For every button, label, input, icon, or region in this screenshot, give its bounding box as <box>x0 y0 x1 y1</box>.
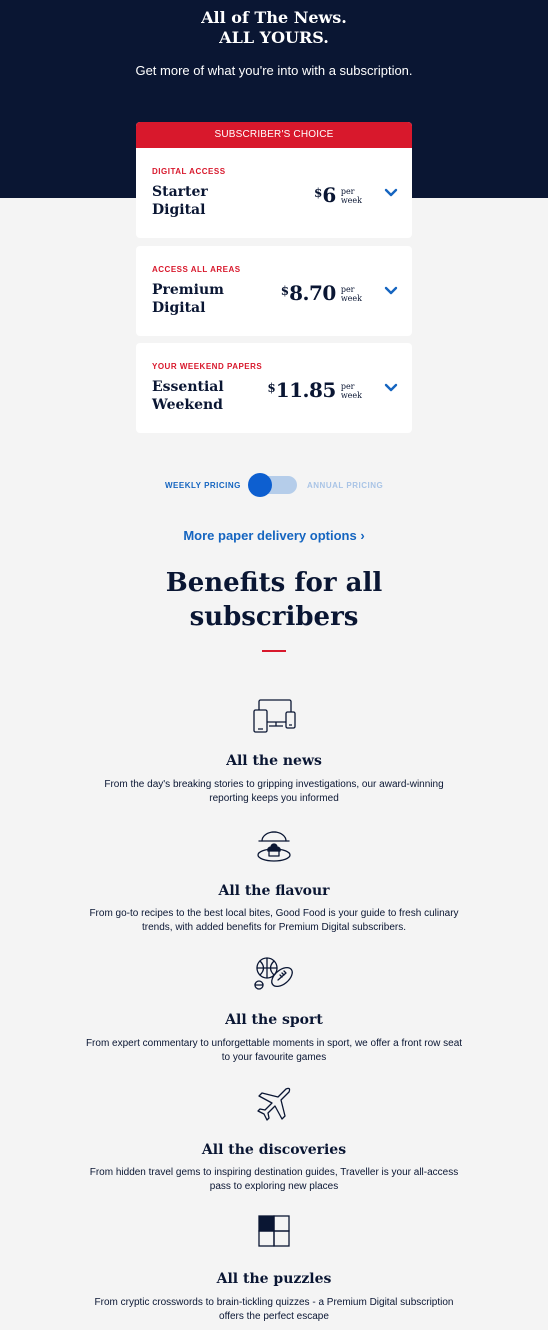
sports-balls-icon <box>254 957 293 990</box>
devices-icon <box>253 699 296 733</box>
price-period: per week <box>340 382 362 400</box>
hero-subtitle: Get more of what you're into with a subs… <box>135 63 413 78</box>
plan-card-premium-digital[interactable]: ACCESS ALL AREAS Premium Digital $ 8.70 … <box>136 246 412 336</box>
subscribers-choice-banner: SUBSCRIBER'S CHOICE <box>136 122 412 148</box>
benefit-description: From hidden travel gems to inspiring des… <box>89 1167 459 1192</box>
benefit-title: All the puzzles <box>216 1271 332 1287</box>
benefit-title: All the sport <box>225 1012 323 1028</box>
pricing-toggle-knob[interactable] <box>248 473 272 497</box>
price-currency: $ <box>280 284 290 298</box>
price-period: per week <box>340 285 362 303</box>
plan-card-essential-weekend[interactable]: YOUR WEEKEND PAPERS Essential Weekend $ … <box>136 343 412 433</box>
plan-tag: ACCESS ALL AREAS <box>152 265 241 274</box>
plan-price: $ 8.70 per week <box>281 282 362 304</box>
benefit-title: All the flavour <box>218 883 330 899</box>
plan-card-starter-digital[interactable]: SUBSCRIBER'S CHOICE DIGITAL ACCESS Start… <box>136 122 412 238</box>
airplane-icon <box>257 1087 291 1121</box>
hero-title-line1: All of The News. <box>201 8 347 27</box>
chevron-down-icon[interactable] <box>384 286 398 296</box>
price-period: per week <box>340 187 362 205</box>
benefit-description: From the day's breaking stories to gripp… <box>104 779 444 804</box>
cloche-icon <box>257 831 291 862</box>
plan-price: $ 6 per week <box>314 184 362 206</box>
weekly-pricing-label[interactable]: WEEKLY PRICING <box>165 481 241 490</box>
benefit-description: From go-to recipes to the best local bit… <box>89 908 459 933</box>
benefit-description: From expert commentary to unforgettable … <box>85 1038 463 1063</box>
hero-title-line2: ALL YOURS. <box>219 28 329 47</box>
plan-name: Starter Digital <box>152 184 208 218</box>
crossword-icon <box>258 1215 290 1247</box>
chevron-down-icon[interactable] <box>384 383 398 393</box>
price-currency: $ <box>267 381 276 395</box>
pricing-toggle-row: WEEKLY PRICING ANNUAL PRICING <box>0 472 548 498</box>
plan-name: Essential Weekend <box>152 379 224 413</box>
benefit-title: All the discoveries <box>201 1142 347 1158</box>
price-value: 11.85 <box>275 378 337 402</box>
benefit-description: From cryptic crosswords to brain-ticklin… <box>94 1297 454 1322</box>
plan-price: $ 11.85 per week <box>267 379 362 401</box>
price-value: 8.70 <box>289 281 336 305</box>
chevron-down-icon[interactable] <box>384 188 398 198</box>
benefit-title: All the news <box>226 753 322 769</box>
plan-name: Premium Digital <box>152 282 224 316</box>
more-paper-delivery-options-link[interactable]: More paper delivery options › <box>0 528 548 543</box>
price-value: 6 <box>322 183 336 207</box>
plan-tag: YOUR WEEKEND PAPERS <box>152 362 263 371</box>
plan-tag: DIGITAL ACCESS <box>152 167 226 176</box>
price-currency: $ <box>314 186 323 200</box>
annual-pricing-label[interactable]: ANNUAL PRICING <box>307 481 383 490</box>
benefits-heading: Benefits for all subscribers <box>165 568 383 632</box>
heading-divider <box>262 650 286 652</box>
